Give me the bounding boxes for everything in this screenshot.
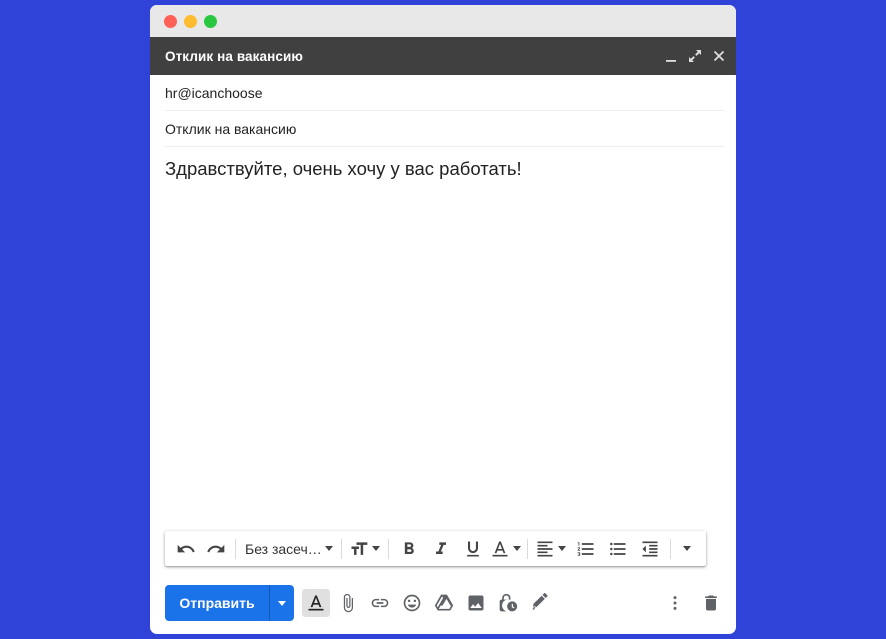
close-button[interactable] — [711, 49, 726, 64]
toolbar-separator — [526, 538, 528, 559]
toolbar-separator — [235, 538, 236, 559]
chevron-down-icon — [372, 546, 381, 551]
compose-window: Отклик на вакансию hr@icanchoose Отклик … — [150, 5, 736, 634]
toolbar-separator — [340, 538, 342, 559]
lock-clock-icon — [499, 593, 518, 612]
font-size-button[interactable] — [346, 535, 384, 563]
bottom-right-actions — [657, 589, 725, 617]
image-icon — [468, 595, 484, 611]
trash-icon — [705, 595, 717, 611]
minimize-window-dot[interactable] — [184, 15, 197, 28]
fullscreen-button[interactable] — [687, 49, 702, 64]
send-button[interactable]: Отправить — [165, 585, 269, 621]
italic-icon — [435, 541, 446, 554]
font-family-value: Без засеч… — [245, 540, 322, 557]
text-format-icon — [308, 595, 324, 611]
more-formatting-button[interactable] — [675, 535, 699, 563]
close-icon — [713, 50, 724, 62]
attach-file-button[interactable] — [334, 589, 362, 617]
link-icon — [371, 598, 389, 608]
close-window-dot[interactable] — [164, 15, 177, 28]
drive-icon — [434, 594, 454, 611]
chevron-down-icon — [682, 546, 691, 551]
bold-icon — [404, 541, 414, 554]
underline-icon — [466, 541, 479, 556]
align-left-icon — [537, 541, 553, 556]
header-actions — [663, 37, 726, 75]
chevron-down-icon — [513, 546, 522, 551]
emoji-icon — [403, 594, 421, 612]
window-titlebar — [150, 5, 736, 37]
chevron-down-icon — [558, 546, 567, 551]
chevron-down-icon — [324, 546, 333, 551]
insert-signature-button[interactable] — [526, 589, 554, 617]
numbered-list-button[interactable] — [570, 535, 602, 563]
insert-emoji-button[interactable] — [398, 589, 426, 617]
text-color-icon — [492, 541, 508, 556]
bold-button[interactable] — [393, 535, 425, 563]
compose-title: Отклик на вакансию — [165, 48, 304, 64]
subject-field[interactable]: Отклик на вакансию — [165, 111, 724, 147]
pen-icon — [532, 593, 548, 610]
underline-button[interactable] — [457, 535, 489, 563]
message-body[interactable]: Здравствуйте, очень хочу у вас работать! — [165, 158, 522, 180]
compose-actions-bar: Отправить — [165, 585, 725, 621]
bulleted-list-icon — [609, 542, 626, 555]
indent-less-button[interactable] — [634, 535, 666, 563]
insert-link-button[interactable] — [366, 589, 394, 617]
formatting-options-button[interactable] — [302, 589, 330, 617]
send-options-button[interactable] — [269, 585, 294, 621]
insert-drive-button[interactable] — [430, 589, 458, 617]
more-vert-icon — [673, 596, 677, 610]
insert-photo-button[interactable] — [462, 589, 490, 617]
bulleted-list-button[interactable] — [602, 535, 634, 563]
text-size-icon — [351, 541, 368, 555]
chevron-down-icon — [278, 600, 286, 606]
undo-button[interactable] — [171, 535, 201, 563]
numbered-list-icon — [577, 541, 594, 556]
compose-header: Отклик на вакансию — [150, 37, 736, 75]
minimize-button[interactable] — [663, 49, 678, 64]
minimize-icon — [665, 60, 676, 62]
align-button[interactable] — [532, 535, 570, 563]
discard-draft-button[interactable] — [697, 589, 725, 617]
formatting-toolbar: Без засеч… — [165, 531, 706, 566]
text-color-button[interactable] — [489, 535, 523, 563]
confidential-mode-button[interactable] — [494, 589, 522, 617]
expand-icon — [688, 50, 701, 62]
more-options-button[interactable] — [661, 589, 689, 617]
paperclip-icon — [343, 593, 353, 613]
toolbar-separator — [387, 538, 389, 559]
toolbar-separator — [669, 538, 671, 559]
recipient-field[interactable]: hr@icanchoose — [165, 75, 724, 111]
indent-less-icon — [642, 541, 658, 556]
undo-icon — [177, 544, 195, 552]
font-family-select[interactable]: Без засеч… — [240, 535, 337, 563]
italic-button[interactable] — [425, 535, 457, 563]
maximize-window-dot[interactable] — [204, 15, 217, 28]
redo-icon — [207, 544, 225, 552]
redo-button[interactable] — [201, 535, 231, 563]
